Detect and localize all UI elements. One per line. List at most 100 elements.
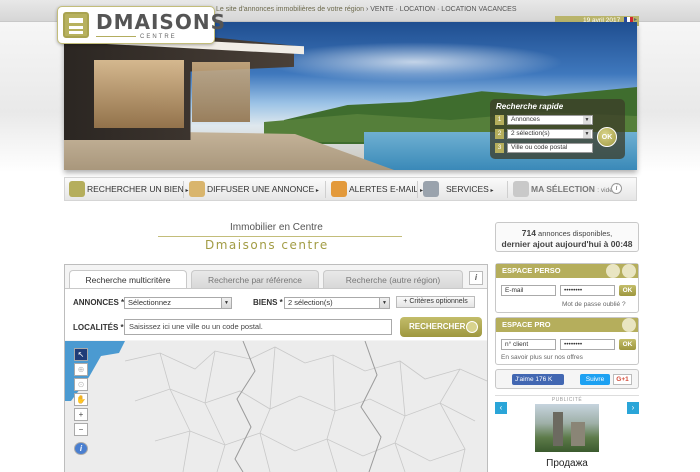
- selection-icon: [513, 181, 529, 197]
- biens-select[interactable]: 2 sélection(s) ▼: [284, 297, 390, 309]
- info-icon[interactable]: i: [469, 271, 483, 285]
- search-form: ANNONCES * Sélectionnez ▼ BIENS * 2 sélec…: [65, 288, 487, 340]
- row-number: 2: [495, 129, 504, 139]
- info-icon[interactable]: i: [611, 183, 622, 194]
- search-button-label: RECHERCHER: [409, 322, 466, 331]
- espace-pro-box: ESPACE PRO n° client •••••••• OK En savo…: [495, 317, 639, 365]
- chevron-left-icon[interactable]: ‹: [495, 402, 507, 414]
- tab-autre-region[interactable]: Recherche (autre région): [323, 270, 463, 288]
- quick-biens-select[interactable]: 2 sélection(s) ▼: [507, 129, 593, 139]
- ad-label: PUBLICITÉ: [551, 397, 583, 403]
- select-value: 2 sélection(s): [511, 130, 550, 137]
- edit-icon: [606, 264, 620, 278]
- logo-house-icon: [63, 12, 89, 38]
- quick-search-panel: Recherche rapide 1 Annonces ▼ 2 2 sélecti…: [490, 99, 625, 159]
- pan-icon[interactable]: ⊕: [74, 363, 88, 376]
- search-button[interactable]: RECHERCHER: [400, 317, 482, 337]
- facebook-like-button[interactable]: J'aime 176 K: [512, 374, 564, 385]
- twitter-follow-button[interactable]: Suivre: [580, 374, 610, 385]
- offers-link[interactable]: En savoir plus sur nos offres: [501, 354, 583, 361]
- page: Le site d'annonces immobilières de votre…: [0, 0, 700, 472]
- select-value: 2 sélection(s): [288, 298, 333, 307]
- pro-user-icon: [622, 318, 636, 332]
- biens-label: BIENS *: [253, 298, 283, 307]
- nav-label: DIFFUSER UNE ANNONCE: [207, 184, 315, 194]
- pro-ok-button[interactable]: OK: [619, 339, 636, 350]
- nav-label: RECHERCHER UN BIEN: [87, 184, 184, 194]
- region-map[interactable]: ↖ ⊕ ⊙ ✋ + − i: [65, 341, 487, 472]
- search-panel: Recherche multicritère Recherche par réf…: [64, 264, 488, 472]
- annonces-select[interactable]: Sélectionnez ▼: [124, 297, 232, 309]
- main-nav: RECHERCHER UN BIEN ▸ DIFFUSER UNE ANNONC…: [64, 177, 637, 201]
- advertisement[interactable]: PUBLICITÉ ‹ › Продажа: [495, 395, 639, 472]
- ad-building: [571, 422, 585, 446]
- nav-label: ALERTES E-MAIL: [349, 184, 419, 194]
- banner-clouds: [264, 42, 564, 82]
- nav-services[interactable]: SERVICES ▸: [446, 184, 494, 194]
- ad-image: [535, 404, 599, 452]
- listing-stats: 714 annonces disponibles, dernier ajout …: [495, 222, 639, 252]
- localites-label: LOCALITÉS *: [73, 323, 124, 332]
- pointer-icon[interactable]: ↖: [74, 348, 88, 361]
- email-field[interactable]: E-mail: [501, 285, 556, 296]
- chevron-right-icon[interactable]: ›: [627, 402, 639, 414]
- quick-search-title: Recherche rapide: [496, 102, 564, 111]
- map-boundaries: [124, 341, 487, 472]
- localites-input[interactable]: Saisissez ici une ville ou un code posta…: [124, 319, 392, 335]
- site-logo[interactable]: DMAISONS CENTRE: [57, 6, 225, 44]
- last-added-text: dernier ajout aujourd'hui à 00:48: [501, 239, 633, 249]
- forgot-password-link[interactable]: Mot de passe oublié ?: [562, 301, 626, 308]
- chevron-down-icon: ▼: [583, 116, 591, 124]
- hand-icon[interactable]: ✋: [74, 393, 88, 406]
- select-value: Sélectionnez: [128, 298, 171, 307]
- nav-selection[interactable]: MA SÉLECTION : vide: [531, 184, 613, 194]
- map-info-icon[interactable]: i: [74, 442, 88, 455]
- chevron-down-icon: ▼: [221, 298, 231, 308]
- google-plus-button[interactable]: G+1: [613, 374, 632, 385]
- chevron-down-icon: ▼: [379, 298, 389, 308]
- banner-glass-wall-2: [192, 62, 250, 122]
- pro-password-field[interactable]: ••••••••: [560, 339, 615, 350]
- chevron-down-icon: ▼: [583, 130, 591, 138]
- quick-search-row-biens[interactable]: 2 2 sélection(s) ▼: [495, 129, 595, 139]
- optional-criteria-button[interactable]: + Critères optionnels: [396, 296, 475, 308]
- email-alert-icon: [331, 181, 347, 197]
- quick-annonces-select[interactable]: Annonces ▼: [507, 115, 593, 125]
- page-title: Immobilier en Centre: [230, 222, 323, 233]
- map-toolbar: ↖ ⊕ ⊙ ✋ + − i: [74, 348, 88, 457]
- title-divider: [158, 236, 402, 237]
- quick-search-row-annonces[interactable]: 1 Annonces ▼: [495, 115, 595, 125]
- espace-pro-title: ESPACE PRO: [496, 318, 638, 332]
- password-field[interactable]: ••••••••: [560, 285, 615, 296]
- nav-rechercher[interactable]: RECHERCHER UN BIEN ▸: [87, 184, 189, 194]
- go-icon: [466, 321, 478, 333]
- quick-search-ok-button[interactable]: OK: [597, 127, 617, 147]
- quick-search-row-ville[interactable]: 3 Ville ou code postal: [495, 143, 595, 153]
- selection-label: MA SÉLECTION: [531, 184, 595, 194]
- row-number: 1: [495, 115, 504, 125]
- user-icon: [622, 264, 636, 278]
- nav-label: SERVICES: [446, 184, 489, 194]
- client-number-field[interactable]: n° client: [501, 339, 556, 350]
- logo-text: DMAISONS: [96, 10, 226, 34]
- row-number: 3: [495, 143, 504, 153]
- nav-diffuser[interactable]: DIFFUSER UNE ANNONCE ▸: [207, 184, 319, 194]
- select-area-icon[interactable]: ⊙: [74, 378, 88, 391]
- suitcase-icon: [69, 181, 85, 197]
- tab-reference[interactable]: Recherche par référence: [191, 270, 319, 288]
- megaphone-icon: [189, 181, 205, 197]
- banner-glass-wall: [94, 60, 184, 128]
- logo-subtitle: CENTRE: [140, 34, 177, 40]
- zoom-out-icon[interactable]: −: [74, 423, 88, 436]
- input-placeholder: Ville ou code postal: [511, 144, 568, 151]
- tab-multicritere[interactable]: Recherche multicritère: [69, 270, 187, 288]
- perso-ok-button[interactable]: OK: [619, 285, 636, 296]
- services-icon: [423, 181, 439, 197]
- quick-ville-input[interactable]: Ville ou code postal: [507, 143, 593, 153]
- listing-count-text: annonces disponibles,: [535, 229, 613, 238]
- espace-perso-box: ESPACE PERSO E-mail •••••••• OK Mot de p…: [495, 263, 639, 313]
- nav-alertes[interactable]: ALERTES E-MAIL ▸: [349, 184, 423, 194]
- tagline: Le site d'annonces immobilières de votre…: [216, 6, 517, 13]
- page-subtitle: Dmaisons centre: [205, 238, 329, 252]
- zoom-in-icon[interactable]: +: [74, 408, 88, 421]
